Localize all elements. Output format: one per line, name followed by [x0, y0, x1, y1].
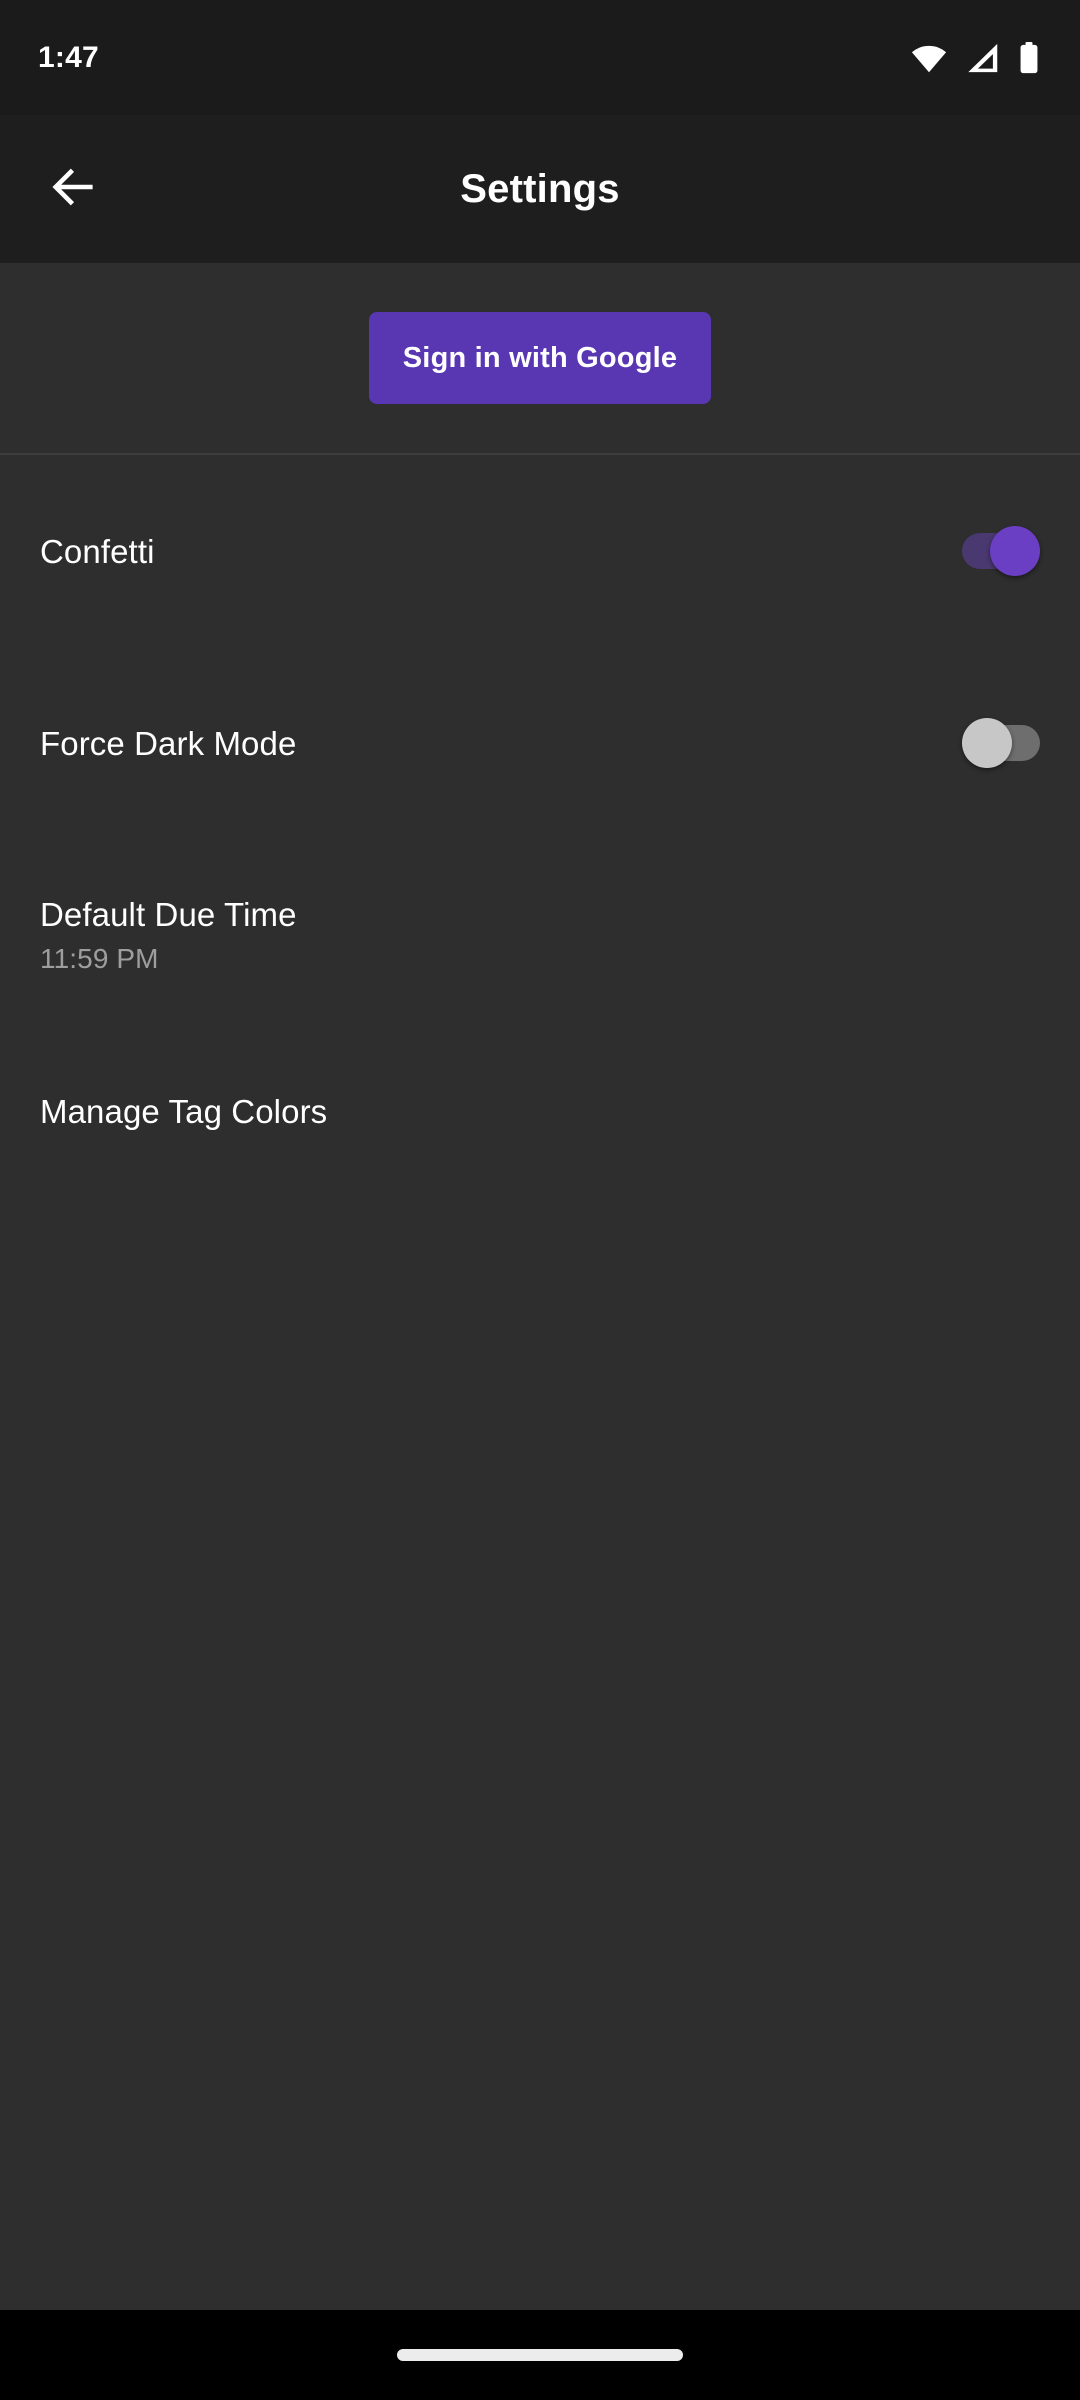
back-button[interactable] — [18, 134, 128, 244]
settings-list: Confetti Force Dark Mode Default Due Tim… — [0, 455, 1080, 1191]
switch-thumb — [962, 718, 1012, 768]
settings-item-default-due-time[interactable]: Default Due Time 11:59 PM — [0, 839, 1080, 1031]
status-bar: 1:47 — [0, 0, 1080, 115]
battery-icon — [1018, 41, 1040, 74]
wifi-icon — [910, 43, 948, 73]
settings-item-title: Force Dark Mode — [40, 724, 297, 762]
confetti-switch[interactable] — [962, 526, 1040, 576]
status-bar-clock: 1:47 — [38, 40, 99, 74]
system-navigation-bar — [0, 2310, 1080, 2400]
settings-item-confetti[interactable]: Confetti — [0, 455, 1080, 647]
settings-item-text: Manage Tag Colors — [40, 1095, 327, 1128]
switch-thumb — [990, 526, 1040, 576]
settings-item-force-dark-mode[interactable]: Force Dark Mode — [0, 647, 1080, 839]
settings-item-manage-tag-colors[interactable]: Manage Tag Colors — [0, 1031, 1080, 1191]
cellular-signal-icon — [966, 43, 1000, 73]
settings-item-title: Manage Tag Colors — [40, 1092, 328, 1130]
signin-section: Sign in with Google — [0, 263, 1080, 453]
settings-item-text: Force Dark Mode — [40, 727, 296, 760]
app-bar: Settings — [0, 115, 1080, 263]
settings-item-subtitle: 11:59 PM — [40, 942, 159, 974]
phone-screen: 1:47 Settings Sign in with Google Confet… — [0, 0, 1080, 2400]
back-arrow-icon — [47, 161, 99, 218]
settings-item-text: Confetti — [40, 535, 155, 568]
sign-in-with-google-button[interactable]: Sign in with Google — [368, 312, 712, 404]
page-title: Settings — [460, 166, 620, 211]
settings-item-text: Default Due Time 11:59 PM — [40, 898, 297, 973]
force-dark-mode-switch[interactable] — [962, 718, 1040, 768]
home-gesture-pill[interactable] — [397, 2349, 683, 2361]
settings-item-title: Default Due Time — [40, 895, 297, 933]
status-bar-icons — [910, 41, 1040, 74]
settings-item-title: Confetti — [40, 532, 155, 570]
